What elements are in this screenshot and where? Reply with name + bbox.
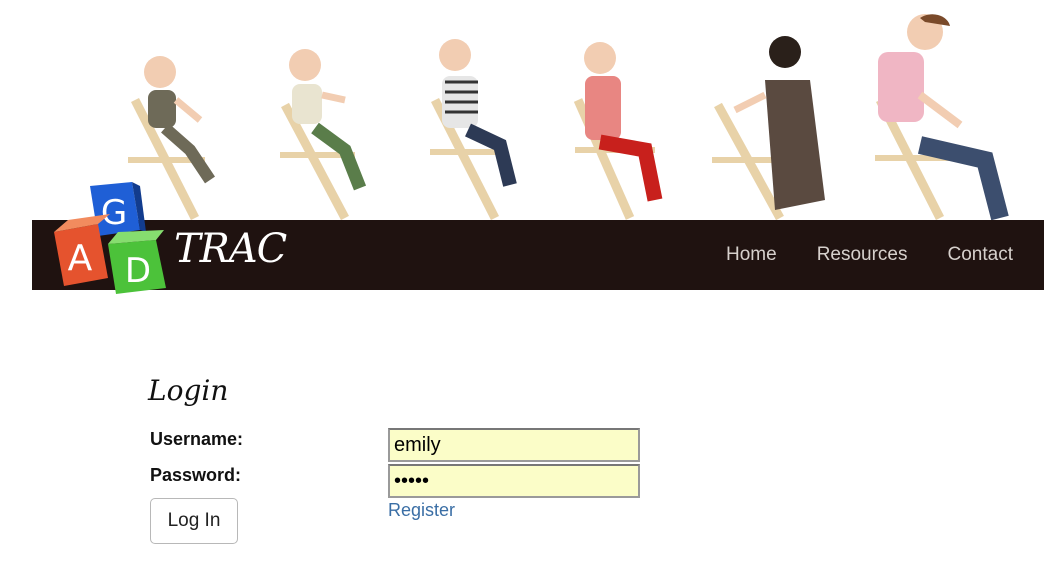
password-input[interactable] [388,464,640,498]
brand-name: TRAC [174,226,287,272]
child-figure-4 [573,42,663,220]
username-label: Username: [150,429,244,449]
alphabet-blocks-icon: G A D [54,182,166,294]
login-button[interactable]: Log In [150,498,238,544]
login-title: Login [148,374,229,407]
register-link[interactable]: Register [388,500,455,521]
child-figure-5 [712,36,825,220]
logo-cube-d: D [108,230,166,294]
nav-home-link[interactable]: Home [726,244,777,266]
child-figure-6 [875,14,1009,220]
agd-logo: G A D [50,182,170,302]
child-figure-3 [430,39,517,220]
password-label: Password: [150,465,242,485]
svg-text:G: G [101,193,127,233]
main-nav: Home Resources Contact [726,220,1013,290]
svg-text:D: D [125,251,151,291]
svg-text:A: A [68,238,93,279]
child-figure-2 [280,49,367,220]
username-input[interactable] [388,428,640,462]
nav-contact-link[interactable]: Contact [948,244,1013,266]
nav-resources-link[interactable]: Resources [817,244,908,266]
